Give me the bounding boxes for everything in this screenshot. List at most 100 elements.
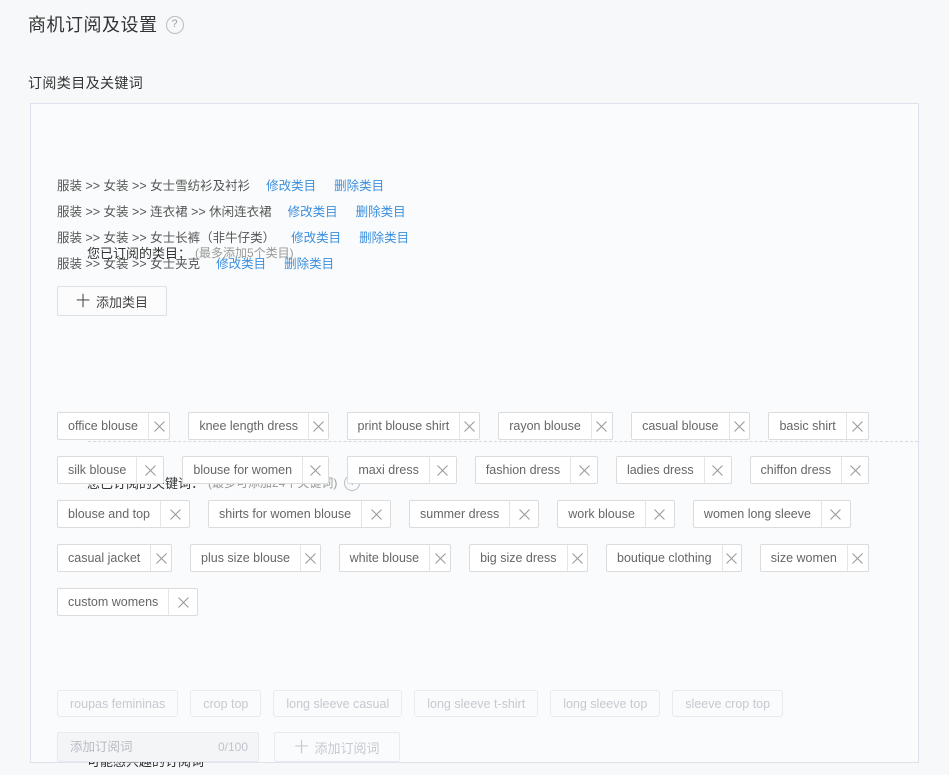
page-title: 商机订阅及设置 <box>28 12 158 38</box>
keyword-tag-label: custom womens <box>58 589 168 615</box>
keyword-tag[interactable]: women long sleeve <box>693 500 851 528</box>
keyword-tag-label: knee length dress <box>189 413 308 439</box>
plus-icon: 十 <box>76 294 90 308</box>
edit-category-link[interactable]: 修改类目 <box>288 201 338 220</box>
delete-category-link[interactable]: 删除类目 <box>356 201 406 220</box>
suggested-word-chip[interactable]: sleeve crop top <box>672 690 783 717</box>
close-icon[interactable] <box>847 545 868 571</box>
close-icon[interactable] <box>136 457 163 483</box>
keyword-tag[interactable]: boutique clothing <box>606 544 742 572</box>
keyword-tag[interactable]: casual jacket <box>57 544 172 572</box>
keyword-tag[interactable]: silk blouse <box>57 456 164 484</box>
question-circle-icon[interactable]: ? <box>166 16 184 34</box>
edit-category-link[interactable]: 修改类目 <box>291 227 341 246</box>
keyword-tag[interactable]: casual blouse <box>631 412 750 440</box>
close-icon[interactable] <box>509 501 538 527</box>
close-icon[interactable] <box>841 457 868 483</box>
close-icon[interactable] <box>567 545 587 571</box>
keyword-tag-row: custom womens <box>57 588 887 616</box>
keyword-tag-row: office blouse knee length dress print blou… <box>57 412 887 440</box>
close-icon[interactable] <box>160 501 189 527</box>
keyword-tag-label: casual jacket <box>58 545 150 571</box>
add-word-input-wrapper[interactable]: 0/100 <box>57 732 259 762</box>
keyword-tag-label: basic shirt <box>769 413 845 439</box>
add-word-row: 0/100 十 添加订阅词 <box>57 732 400 762</box>
category-path: 服装 >> 女装 >> 女士夹克 <box>57 253 200 272</box>
suggested-word-chip[interactable]: long sleeve top <box>550 690 660 717</box>
keyword-tag[interactable]: office blouse <box>57 412 170 440</box>
close-icon[interactable] <box>645 501 674 527</box>
subscribed-category-list: 服装 >> 女装 >> 女士雪纺衫及衬衫修改类目删除类目服装 >> 女装 >> … <box>57 175 409 279</box>
keyword-tag-label: big size dress <box>470 545 566 571</box>
close-icon[interactable] <box>591 413 612 439</box>
keyword-tag-label: summer dress <box>410 501 509 527</box>
close-icon[interactable] <box>570 457 597 483</box>
keyword-tag-label: rayon blouse <box>499 413 591 439</box>
suggested-word-list: roupas femininas crop top long sleeve casu… <box>57 690 795 717</box>
keyword-tag-row: blouse and top shirts for women blouse sum… <box>57 500 887 528</box>
keyword-tag[interactable]: print blouse shirt <box>347 412 481 440</box>
close-icon[interactable] <box>429 457 456 483</box>
keyword-tag-label: casual blouse <box>632 413 728 439</box>
keyword-tag-label: shirts for women blouse <box>209 501 361 527</box>
keyword-tag[interactable]: basic shirt <box>768 412 869 440</box>
delete-category-link[interactable]: 删除类目 <box>359 227 409 246</box>
close-icon[interactable] <box>150 545 171 571</box>
keyword-tag-label: boutique clothing <box>607 545 722 571</box>
keyword-tag[interactable]: fashion dress <box>475 456 598 484</box>
keyword-tag[interactable]: custom womens <box>57 588 198 616</box>
keyword-tag[interactable]: big size dress <box>469 544 588 572</box>
keyword-tag[interactable]: size women <box>760 544 869 572</box>
keyword-tag-label: office blouse <box>58 413 148 439</box>
keyword-tag[interactable]: chiffon dress <box>750 456 869 484</box>
close-icon[interactable] <box>302 457 328 483</box>
close-icon[interactable] <box>821 501 850 527</box>
keyword-tag[interactable]: rayon blouse <box>498 412 613 440</box>
close-icon[interactable] <box>300 545 320 571</box>
keyword-tag-label: plus size blouse <box>191 545 300 571</box>
keyword-tag[interactable]: blouse for women <box>182 456 329 484</box>
add-category-label: 添加类目 <box>96 292 148 311</box>
keyword-tag[interactable]: summer dress <box>409 500 539 528</box>
close-icon[interactable] <box>846 413 868 439</box>
keyword-tag-row: silk blouse blouse for women maxi dress fas… <box>57 456 887 484</box>
keyword-tag-label: women long sleeve <box>694 501 821 527</box>
add-word-button[interactable]: 十 添加订阅词 <box>274 732 400 762</box>
keyword-tag-label: work blouse <box>558 501 645 527</box>
suggested-word-chip[interactable]: roupas femininas <box>57 690 178 717</box>
page-header: 商机订阅及设置 ? <box>28 12 184 38</box>
close-icon[interactable] <box>148 413 169 439</box>
close-icon[interactable] <box>459 413 479 439</box>
keyword-tag[interactable]: blouse and top <box>57 500 190 528</box>
close-icon[interactable] <box>704 457 731 483</box>
keyword-tag-label: blouse and top <box>58 501 160 527</box>
keyword-tag[interactable]: maxi dress <box>347 456 456 484</box>
suggested-word-chip[interactable]: crop top <box>190 690 261 717</box>
category-path: 服装 >> 女装 >> 女士长裤（非牛仔类） <box>57 227 275 246</box>
keyword-tag-label: size women <box>761 545 847 571</box>
category-path: 服装 >> 女装 >> 连衣裙 >> 休闲连衣裙 <box>57 201 272 220</box>
close-icon[interactable] <box>168 589 197 615</box>
category-row: 服装 >> 女装 >> 连衣裙 >> 休闲连衣裙修改类目删除类目 <box>57 201 409 227</box>
suggested-word-chip[interactable]: long sleeve t-shirt <box>414 690 538 717</box>
edit-category-link[interactable]: 修改类目 <box>266 175 316 194</box>
keyword-tag[interactable]: white blouse <box>339 544 451 572</box>
delete-category-link[interactable]: 删除类目 <box>334 175 384 194</box>
edit-category-link[interactable]: 修改类目 <box>216 253 266 272</box>
close-icon[interactable] <box>308 413 328 439</box>
keyword-tag[interactable]: plus size blouse <box>190 544 321 572</box>
suggested-word-chip[interactable]: long sleeve casual <box>273 690 402 717</box>
add-category-button[interactable]: 十 添加类目 <box>57 286 167 316</box>
keyword-tag[interactable]: work blouse <box>557 500 675 528</box>
add-word-input[interactable] <box>68 739 202 755</box>
keyword-tag[interactable]: ladies dress <box>616 456 732 484</box>
close-icon[interactable] <box>361 501 390 527</box>
keyword-tag[interactable]: knee length dress <box>188 412 328 440</box>
close-icon[interactable] <box>722 545 741 571</box>
keyword-tag-label: maxi dress <box>348 457 428 483</box>
close-icon[interactable] <box>429 545 450 571</box>
delete-category-link[interactable]: 删除类目 <box>284 253 334 272</box>
keyword-tag[interactable]: shirts for women blouse <box>208 500 391 528</box>
add-word-counter: 0/100 <box>218 740 248 754</box>
close-icon[interactable] <box>729 413 750 439</box>
